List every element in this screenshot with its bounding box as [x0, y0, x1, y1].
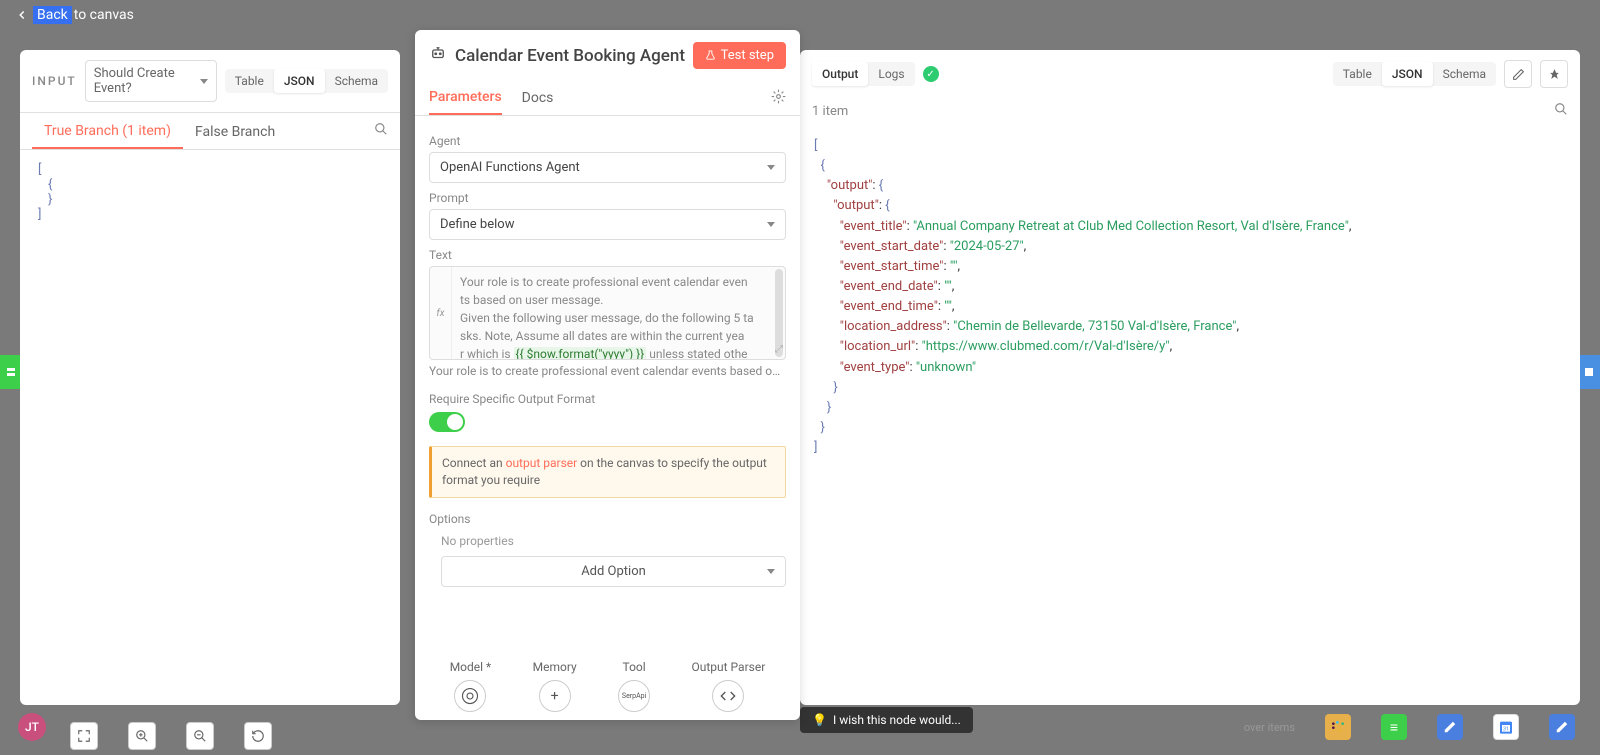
edit-icon[interactable]	[1504, 60, 1532, 88]
output-view-json[interactable]: JSON	[1382, 62, 1433, 86]
output-parser-link[interactable]: output parser	[506, 456, 578, 470]
connector-parser: Output Parser	[692, 660, 766, 712]
tab-parameters[interactable]: Parameters	[429, 81, 502, 115]
undo-icon[interactable]	[244, 722, 272, 750]
node-title: Calendar Event Booking Agent	[455, 46, 685, 66]
input-view-table[interactable]: Table	[225, 69, 274, 93]
back-label: Back	[33, 6, 72, 24]
feedback-button[interactable]: 💡 I wish this node would...	[800, 707, 973, 733]
gear-icon[interactable]	[771, 89, 786, 108]
input-node-selector[interactable]: Should Create Event?	[85, 60, 217, 102]
connector-memory: Memory +	[533, 660, 577, 712]
input-title: INPUT	[32, 74, 77, 88]
input-view-json[interactable]: JSON	[274, 69, 325, 93]
require-format-label: Require Specific Output Format	[429, 392, 786, 406]
input-view-schema[interactable]: Schema	[325, 69, 388, 93]
expand-icon[interactable]: ⤢	[775, 342, 783, 357]
output-tab-logs[interactable]: Logs	[868, 62, 914, 86]
search-icon[interactable]	[374, 122, 388, 140]
require-format-toggle[interactable]	[429, 412, 465, 432]
test-step-button[interactable]: Test step	[693, 42, 786, 69]
agent-select[interactable]: OpenAI Functions Agent	[429, 152, 786, 183]
add-option-button[interactable]: Add Option	[441, 556, 786, 587]
search-icon[interactable]	[1554, 102, 1568, 120]
text-label: Text	[429, 248, 786, 262]
prompt-label: Prompt	[429, 191, 786, 205]
back-to-canvas-link[interactable]: Back to canvas	[15, 6, 134, 24]
canvas-nodes-strip: over items ≡ 31	[1244, 714, 1575, 740]
output-parser-info: Connect an output parser on the canvas t…	[429, 446, 786, 498]
zoom-out-icon[interactable]	[186, 722, 214, 750]
tool-connector-icon[interactable]: SerpApi	[618, 680, 650, 712]
fx-icon: fx	[430, 267, 452, 359]
text-hint: Your role is to create professional even…	[429, 364, 786, 378]
fit-view-icon[interactable]	[70, 722, 98, 750]
pin-icon[interactable]	[1540, 60, 1568, 88]
input-view-segmented: Table JSON Schema	[225, 69, 388, 93]
tab-true-branch[interactable]: True Branch (1 item)	[32, 113, 183, 149]
success-icon: ✓	[923, 66, 939, 82]
output-json: [ { "output": { "output": { "event_title…	[800, 128, 1580, 466]
memory-connector-icon[interactable]: +	[539, 680, 571, 712]
user-avatar[interactable]: JT	[18, 713, 46, 741]
text-editor[interactable]: fx Your role is to create professional e…	[429, 266, 786, 360]
output-tab-output[interactable]: Output	[812, 62, 868, 86]
output-view-schema[interactable]: Schema	[1433, 62, 1496, 86]
output-panel: Output Logs ✓ Table JSON Schema 1 item	[800, 50, 1580, 705]
connector-tool: Tool SerpApi	[618, 660, 650, 712]
next-node-edge-button[interactable]	[1578, 355, 1600, 389]
input-panel: INPUT Should Create Event? Table JSON Sc…	[20, 50, 400, 705]
output-view-table[interactable]: Table	[1333, 62, 1382, 86]
items-count: 1 item	[812, 104, 848, 119]
bulb-icon: 💡	[812, 713, 827, 727]
robot-icon	[429, 44, 447, 67]
no-properties-text: No properties	[441, 534, 786, 548]
tab-false-branch[interactable]: False Branch	[183, 114, 287, 148]
input-json-preview: [ { } ]	[20, 150, 400, 234]
agent-label: Agent	[429, 134, 786, 148]
connector-model: Model *	[450, 660, 492, 712]
canvas-toolbar	[70, 722, 272, 750]
options-label: Options	[429, 512, 786, 526]
model-connector-icon[interactable]	[454, 680, 486, 712]
to-canvas-label: to canvas	[74, 7, 134, 23]
prev-node-edge-button[interactable]	[0, 355, 22, 389]
svg-text:31: 31	[1503, 726, 1509, 732]
parser-connector-icon[interactable]	[712, 680, 744, 712]
prompt-select[interactable]: Define below	[429, 209, 786, 240]
tab-docs[interactable]: Docs	[522, 82, 554, 114]
node-config-panel: Calendar Event Booking Agent Test step P…	[415, 30, 800, 720]
zoom-in-icon[interactable]	[128, 722, 156, 750]
